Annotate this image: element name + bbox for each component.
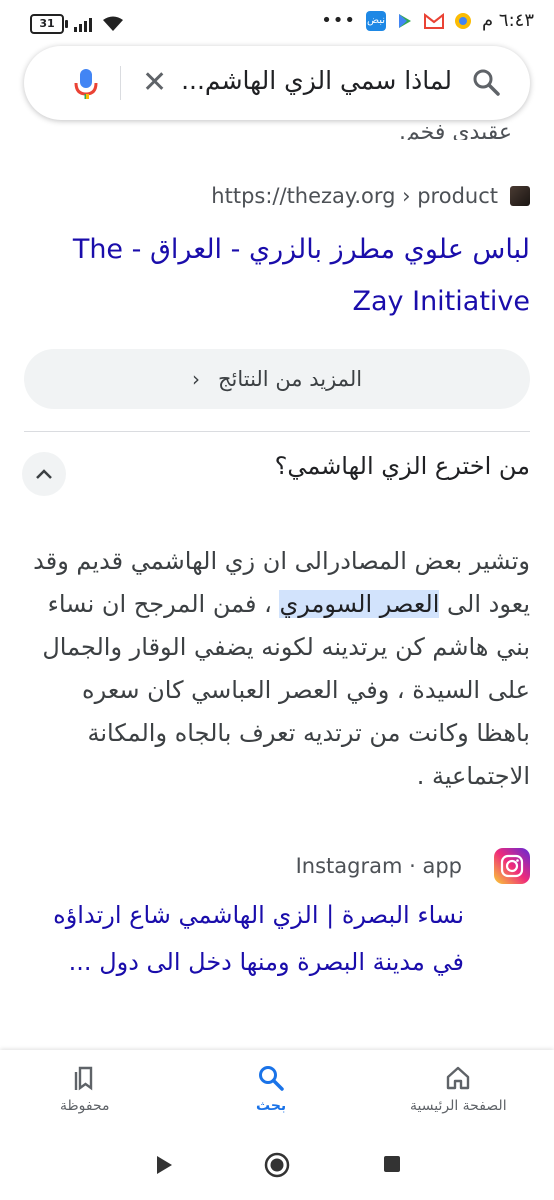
status-bar: 31 ••• نبض ٦:٤٣ م bbox=[0, 0, 554, 44]
home-circle-icon[interactable] bbox=[264, 1152, 290, 1178]
more-results-button[interactable]: المزيد من النتائج ‹ bbox=[24, 349, 530, 409]
play-store-icon bbox=[399, 13, 412, 28]
recents-square-icon[interactable] bbox=[382, 1154, 402, 1174]
status-right: ••• نبض ٦:٤٣ م bbox=[321, 10, 534, 31]
signal-icon bbox=[74, 16, 92, 32]
result-source[interactable]: Instagram · app bbox=[296, 848, 530, 884]
answer-highlight: العصر السومري bbox=[279, 590, 440, 618]
search-icon bbox=[259, 1066, 284, 1091]
collapse-button[interactable] bbox=[22, 452, 66, 496]
more-results-label: المزيد من النتائج bbox=[217, 367, 363, 391]
overflow-dots: ••• bbox=[321, 10, 357, 31]
nav-home-label: الصفحة الرئيسية bbox=[410, 1098, 507, 1114]
nav-saved-label: محفوظة bbox=[60, 1098, 110, 1114]
chevron-left-icon: ‹ bbox=[191, 367, 200, 391]
clear-search-button[interactable]: ✕ bbox=[142, 66, 167, 100]
photos-icon bbox=[455, 12, 472, 29]
paa-answer: وتشير بعض المصادرالى ان زي الهاشمي قديم … bbox=[24, 540, 530, 798]
result-title-link[interactable]: لباس علوي مطرز بالزري - العراق - The Zay… bbox=[20, 224, 530, 328]
system-navigation bbox=[0, 1134, 554, 1200]
instagram-icon bbox=[494, 848, 530, 884]
answer-text-end: ، فمن المرجح ان نساء بني هاشم كن يرتدينه… bbox=[42, 590, 530, 790]
previous-snippet-fragment: عقيدي فخم. bbox=[398, 120, 512, 140]
result-source[interactable]: https://thezay.org › product bbox=[211, 184, 530, 208]
paa-question[interactable]: من اخترع الزي الهاشمي؟ bbox=[275, 452, 530, 480]
wifi-icon bbox=[103, 16, 123, 31]
result-title-link[interactable]: نساء البصرة | الزي الهاشمي شاع ارتداؤه ف… bbox=[34, 892, 464, 986]
home-icon bbox=[447, 1066, 470, 1090]
nav-home[interactable]: الصفحة الرئيسية bbox=[410, 1064, 507, 1114]
result-url: https://thezay.org › product bbox=[211, 184, 498, 208]
search-bar[interactable]: ✕ لماذا سمي الزي الهاشم... bbox=[24, 46, 530, 120]
nav-search[interactable]: بحث bbox=[256, 1064, 286, 1114]
search-icon[interactable] bbox=[472, 68, 500, 96]
clock: ٦:٤٣ م bbox=[482, 10, 534, 31]
bookmark-icon bbox=[74, 1066, 92, 1091]
bottom-navigation: محفوظة بحث الصفحة الرئيسية bbox=[0, 1050, 554, 1134]
divider bbox=[24, 431, 530, 432]
search-divider bbox=[120, 66, 121, 100]
nav-search-label: بحث bbox=[256, 1098, 287, 1114]
gmail-icon bbox=[424, 12, 445, 29]
result-source-label: Instagram · app bbox=[295, 854, 462, 878]
nav-saved[interactable]: محفوظة bbox=[60, 1064, 110, 1114]
news-app-icon: نبض bbox=[366, 10, 387, 31]
chevron-up-icon bbox=[36, 469, 52, 479]
battery-icon: 31 bbox=[30, 14, 68, 34]
site-favicon-icon bbox=[510, 186, 530, 206]
search-input[interactable]: لماذا سمي الزي الهاشم... bbox=[181, 66, 452, 95]
microphone-icon[interactable] bbox=[74, 68, 98, 100]
status-left: 31 bbox=[30, 14, 124, 34]
back-play-icon[interactable] bbox=[154, 1154, 174, 1176]
